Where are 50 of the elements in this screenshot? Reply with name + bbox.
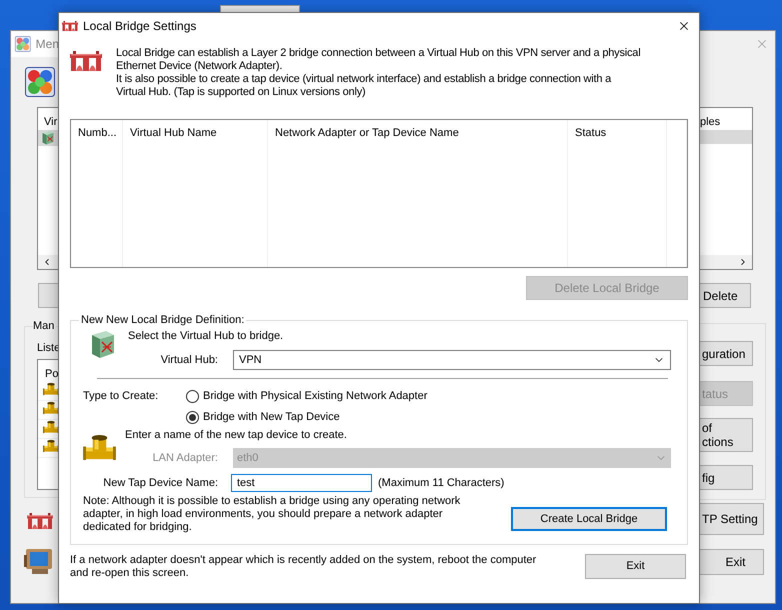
column-header[interactable]: Virtual Hub Name [123,120,267,146]
radio-label[interactable]: Bridge with Physical Existing Network Adapter [203,388,428,404]
column-header[interactable]: Numb... [71,120,122,146]
note-text: dedicated for bridging. [83,521,193,534]
radio-button[interactable] [186,410,199,424]
window-title: Local Bridge Settings [83,18,196,34]
radio-label[interactable]: Bridge with New Tap Device [203,408,340,426]
field-label: Virtual Hub: [160,352,218,368]
description-text: Ethernet Device (Network Adapter). [116,60,284,73]
note-text: If a network adapter doesn't appear which is recently added on the system, reboot the computer [70,554,536,567]
toolbar-button[interactable]: of ctions [699,418,753,452]
pipe-icon [43,401,59,415]
bridge-icon [24,513,56,529]
field-label: Type to Create: [83,389,160,403]
manager-icon [15,36,31,52]
field-label: New Tap Device Name: [102,476,218,491]
create-button[interactable]: Create Local Bridge [511,507,667,531]
pipe-icon [43,420,59,434]
radio-button[interactable] [186,390,199,402]
window-title: Men [36,36,59,53]
switch-icon [90,329,116,359]
field-label: LAN Adapter: [152,450,218,466]
toolbar-button[interactable]: guration [699,341,753,366]
note-text: and re-open this screen. [70,567,190,580]
description-text: It is also possible to create a tap device (virtual network interface) and establish a bridge connection with a [116,73,612,86]
pipe-icon [43,439,59,453]
group-title: New New Local Bridge Definition: [80,313,246,327]
manager-icon [25,67,55,97]
toolbar-button[interactable]: fig [699,465,753,490]
delete-button[interactable]: Delete [699,283,751,308]
prompt-text: Select the Virtual Hub to bridge. [127,329,284,344]
note-text: adapter, in high load environments, you should prepare a network adapter [83,508,444,521]
bridge-icon [70,51,102,71]
exit-button[interactable]: Exit [585,554,686,579]
toolbar-button[interactable]: Exit [699,549,764,575]
hint-text: (Maximum 11 Characters) [378,476,504,491]
hub-dropdown[interactable]: VPN [233,350,671,370]
switch-icon [41,130,55,145]
column-header[interactable]: ples [700,108,752,130]
note-text: Note: Although it is possible to establish a bridge using any operating network [83,495,462,508]
pipe-icon [83,434,116,461]
description-text: Local Bridge can establish a Layer 2 bridge connection between a Virtual Hub on this VPN server and a physical [116,47,640,60]
toolbar-button[interactable]: TP Setting [699,503,764,535]
prompt-text: Enter a name of the new tap device to create. [125,429,348,442]
description-text: Virtual Hub. (Tap is supported on Linux versions only) [116,86,366,99]
column-header[interactable]: Network Adapter or Tap Device Name [268,120,567,146]
column-header[interactable]: Status [568,120,666,146]
bridge-icon [62,20,78,30]
tap-name-field[interactable]: test [231,474,372,492]
pipe-icon [43,382,59,396]
